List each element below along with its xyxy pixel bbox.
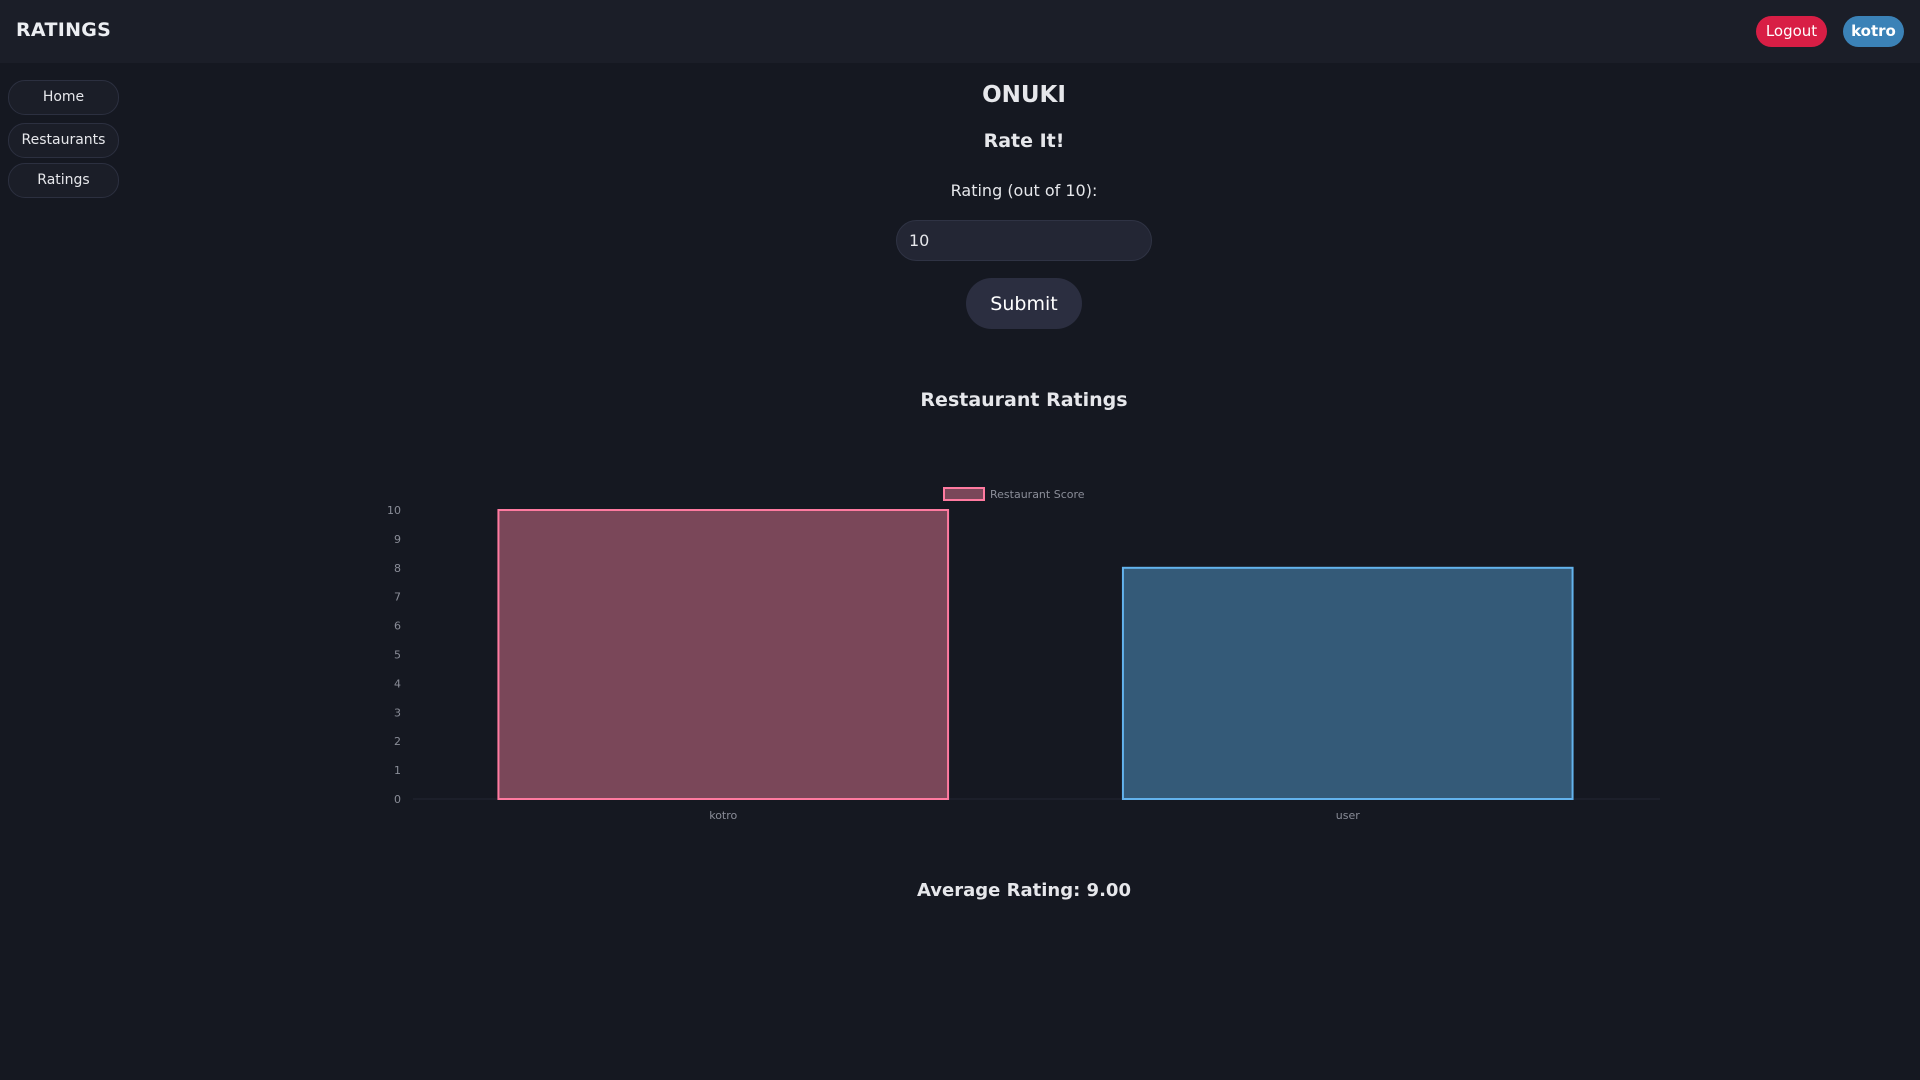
chart-heading: Restaurant Ratings <box>920 389 1128 411</box>
y-tick-label: 3 <box>394 706 401 719</box>
x-tick-label: user <box>1336 809 1360 822</box>
y-tick-label: 4 <box>394 677 401 690</box>
user-badge-button[interactable]: kotro <box>1843 16 1904 47</box>
y-tick-label: 1 <box>394 764 401 777</box>
y-tick-label: 7 <box>394 591 401 604</box>
ratings-bar-chart: 0 1 2 3 4 5 6 7 8 9 10 kotro user Restaurant Score <box>387 487 1660 822</box>
y-tick-label: 6 <box>394 620 401 633</box>
bar-kotro <box>497 509 950 800</box>
y-tick-label: 5 <box>394 649 401 662</box>
submit-button[interactable]: Submit <box>966 278 1082 329</box>
rate-it-heading: Rate It! <box>983 130 1065 152</box>
average-rating-text: Average Rating: 9.00 <box>917 880 1131 901</box>
top-navbar: RATINGS Logout kotro <box>0 0 1920 63</box>
ratings-chart: 0 1 2 3 4 5 6 7 8 9 10 kotro user Restaurant Score <box>370 470 1670 830</box>
brand-title[interactable]: RATINGS <box>16 19 111 41</box>
bar-user <box>1121 566 1574 800</box>
legend-label: Restaurant Score <box>990 488 1085 501</box>
y-tick-label: 2 <box>394 735 401 748</box>
x-tick-label: kotro <box>709 809 737 822</box>
y-tick-label: 10 <box>387 504 401 517</box>
logout-button[interactable]: Logout <box>1756 16 1827 47</box>
y-tick-label: 0 <box>394 793 401 806</box>
y-tick-label: 9 <box>394 533 401 546</box>
rating-input[interactable] <box>896 220 1152 261</box>
y-tick-label: 8 <box>394 562 401 575</box>
legend-swatch <box>943 487 985 501</box>
restaurant-name-title: ONUKI <box>982 82 1066 108</box>
rating-field-label: Rating (out of 10): <box>950 181 1098 200</box>
